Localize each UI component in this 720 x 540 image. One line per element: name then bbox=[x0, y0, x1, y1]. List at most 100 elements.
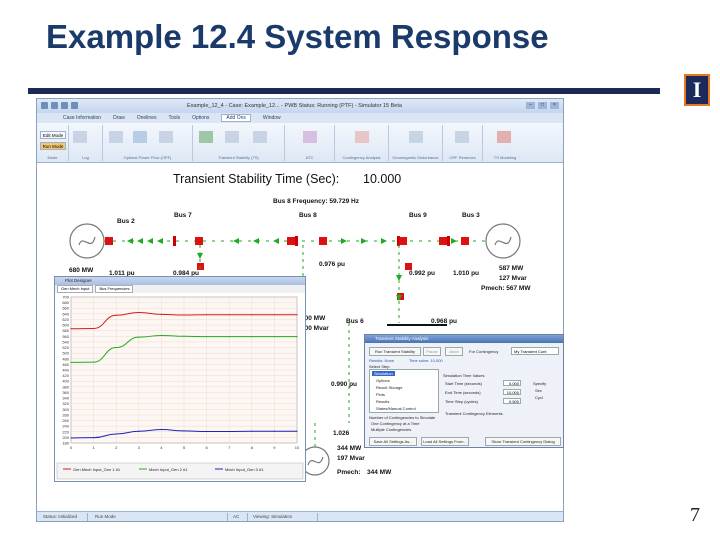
plot-tabs: Gen Mech Input Bus Frequencies bbox=[55, 285, 305, 293]
log-icon[interactable] bbox=[73, 131, 87, 143]
show-contingency-dialog-button[interactable]: Show Transient Contingency Dialog bbox=[485, 437, 561, 446]
atc-icon[interactable] bbox=[303, 131, 317, 143]
y-tick-label: 180 bbox=[62, 441, 69, 446]
ts-modeling-icon[interactable] bbox=[497, 131, 511, 143]
generator-left[interactable] bbox=[69, 223, 105, 259]
window-title: Example_12_4 - Case: Example_12... - PWB… bbox=[187, 103, 402, 109]
x-tick-label: 7 bbox=[228, 445, 231, 450]
data-point bbox=[115, 346, 117, 349]
logo-letter: I bbox=[692, 77, 702, 102]
data-point bbox=[296, 335, 298, 338]
y-tick-label: 240 bbox=[62, 424, 69, 429]
university-logo: I bbox=[684, 74, 710, 106]
step-options[interactable]: Options bbox=[376, 378, 390, 383]
tab-gen-mech-input[interactable]: Gen Mech Input bbox=[57, 285, 94, 293]
tab-draw[interactable]: Draw bbox=[113, 115, 125, 121]
step-tree: Simulation Options Result Storage Plots … bbox=[369, 369, 439, 413]
tab-onelines[interactable]: Onelines bbox=[137, 115, 157, 121]
save-settings-button[interactable]: Save All Settings As... bbox=[369, 437, 417, 446]
step-plots[interactable]: Plots bbox=[376, 392, 385, 397]
ts-plot-icon[interactable] bbox=[199, 131, 213, 143]
close-icon[interactable]: × bbox=[550, 102, 559, 109]
ts-options-icon[interactable] bbox=[225, 131, 239, 143]
step-states[interactable]: States/Manual Control bbox=[376, 406, 416, 411]
ribbon-group-label: Transient Stability (TS) bbox=[218, 155, 259, 160]
bus-9-voltage: 0.992 pu bbox=[409, 270, 435, 277]
legend-series-2: Mech Input_Gen 2 #1 bbox=[149, 467, 188, 472]
plot-window[interactable]: Plot Designer Gen Mech Input Bus Frequen… bbox=[54, 276, 306, 482]
ts-run-icon[interactable] bbox=[253, 131, 267, 143]
status-mode: Run Mode bbox=[95, 514, 116, 519]
status-text: Status: Initialized bbox=[43, 514, 78, 519]
transient-stability-dialog[interactable]: Transient Stability Analysis Run Transie… bbox=[364, 334, 564, 448]
ribbon-group-opf: Optimal Power Flow (OPF) bbox=[103, 125, 193, 161]
tab-window[interactable]: Window bbox=[263, 115, 281, 121]
dialog-title: Transient Stability Analysis bbox=[365, 335, 563, 343]
data-point bbox=[206, 314, 208, 316]
edit-mode-button[interactable]: Edit Mode bbox=[40, 131, 66, 139]
undo-icon[interactable] bbox=[61, 102, 68, 109]
bus-4-voltage: 1.026 bbox=[333, 430, 350, 437]
tab-case-information[interactable]: Case Information bbox=[63, 115, 101, 121]
y-tick-label: 600 bbox=[62, 323, 69, 328]
bus8-frequency: Bus 8 Frequency: 59.729 Hz bbox=[273, 198, 360, 205]
data-point bbox=[251, 335, 253, 338]
time-step-label: Time Step (cycles) bbox=[445, 399, 478, 404]
abort-button[interactable]: Abort bbox=[445, 347, 463, 356]
cycles-radio[interactable]: Cycl bbox=[535, 395, 543, 400]
opf-options-icon[interactable] bbox=[133, 131, 147, 143]
data-point bbox=[160, 428, 162, 431]
ribbon-group-ts-modeling: TS Modeling bbox=[483, 125, 527, 161]
step-simulation[interactable]: Simulation bbox=[372, 371, 395, 376]
data-point bbox=[206, 335, 208, 338]
opf-run-icon[interactable] bbox=[159, 131, 173, 143]
minimize-icon[interactable]: – bbox=[526, 102, 535, 109]
y-tick-label: 500 bbox=[62, 351, 69, 356]
tab-options[interactable]: Options bbox=[192, 115, 209, 121]
ribbon-group-label: TS Modeling bbox=[493, 155, 517, 160]
end-time-input[interactable]: 10.000 bbox=[503, 389, 521, 395]
x-tick-label: 0 bbox=[70, 445, 73, 450]
opf-icon[interactable] bbox=[109, 131, 123, 143]
maximize-icon[interactable]: □ bbox=[538, 102, 547, 109]
bus-2-label: Bus 2 bbox=[117, 218, 135, 225]
redo-icon[interactable] bbox=[71, 102, 78, 109]
run-mode-button[interactable]: Run Mode bbox=[40, 142, 66, 150]
results-time: Time solve: 10.000 bbox=[409, 358, 443, 363]
tab-tools[interactable]: Tools bbox=[168, 115, 180, 121]
data-point bbox=[160, 313, 162, 316]
gen-right-mvar: 127 Mvar bbox=[499, 275, 527, 282]
y-tick-label: 520 bbox=[62, 345, 69, 350]
time-step-input[interactable]: 0.500 bbox=[503, 398, 521, 404]
start-time-input[interactable]: 0.000 bbox=[503, 380, 521, 386]
load-settings-button[interactable]: Load All Settings From... bbox=[421, 437, 469, 446]
seconds-radio[interactable]: Sec bbox=[535, 388, 542, 393]
data-point bbox=[273, 335, 275, 338]
contingency-select[interactable]: My Transient Cont bbox=[511, 347, 559, 355]
reserves-icon[interactable] bbox=[455, 131, 469, 143]
gmd-icon[interactable] bbox=[409, 131, 423, 143]
bus-9-label: Bus 9 bbox=[409, 212, 427, 219]
tab-add-ons[interactable]: Add Ons bbox=[221, 114, 251, 122]
y-tick-label: 340 bbox=[62, 396, 69, 401]
for-contingency-label: For Contingency bbox=[469, 349, 499, 354]
data-point bbox=[70, 328, 72, 330]
y-tick-label: 320 bbox=[62, 401, 69, 406]
data-point bbox=[251, 314, 253, 316]
generator-right[interactable] bbox=[485, 223, 521, 259]
run-transient-stability-button[interactable]: Run Transient Stability bbox=[369, 347, 421, 356]
data-point bbox=[138, 430, 140, 432]
contingency-icon[interactable] bbox=[355, 131, 369, 143]
save-icon[interactable] bbox=[51, 102, 58, 109]
contingency-elements-label: Transient Contingency Elements bbox=[445, 411, 503, 416]
ribbon-group-label: Optimal Power Flow (OPF) bbox=[123, 155, 172, 160]
tab-bus-frequencies[interactable]: Bus Frequencies bbox=[95, 285, 134, 293]
app-menu-icon[interactable] bbox=[41, 102, 48, 109]
step-result-storage[interactable]: Result Storage bbox=[376, 385, 402, 390]
radio-one-contingency[interactable]: One Contingency at a Time bbox=[371, 421, 419, 426]
pause-button[interactable]: Pause bbox=[423, 347, 441, 356]
radio-multiple-contingencies[interactable]: Multiple Contingencies bbox=[371, 427, 411, 432]
step-results[interactable]: Results bbox=[376, 399, 389, 404]
slide-title: Example 12.4 System Response bbox=[46, 18, 549, 55]
gen-bottom-pmech-value: 344 MW bbox=[367, 469, 392, 476]
